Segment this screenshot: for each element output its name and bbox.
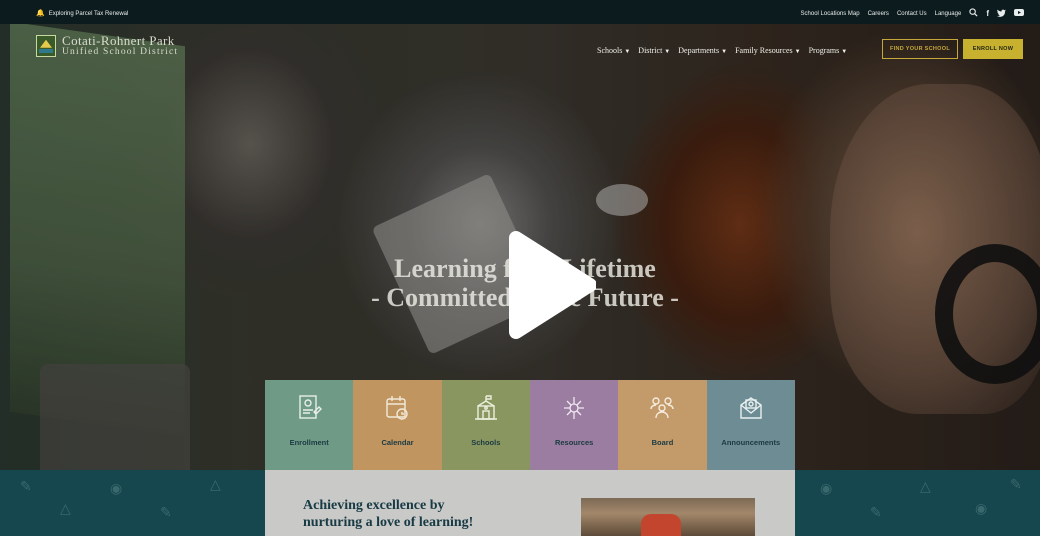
- pencil-icon: ✎: [870, 504, 882, 520]
- board-icon: [650, 397, 675, 419]
- tile-label: Enrollment: [289, 438, 329, 447]
- ruler-icon: ✎: [1010, 476, 1022, 492]
- ruler-icon: ✎: [160, 504, 172, 520]
- facebook-icon[interactable]: f: [986, 9, 989, 18]
- tile-label: Resources: [554, 438, 594, 447]
- intro-panel: Achieving excellence by nurturing a love…: [265, 470, 795, 536]
- tile-schools[interactable]: Schools: [441, 380, 530, 470]
- chevron-down-icon: ▼: [794, 49, 801, 55]
- calendar-icon: [386, 396, 409, 420]
- logo-text: Cotati-Rohnert Park Unified School Distr…: [62, 34, 178, 58]
- tile-label: Board: [651, 438, 674, 447]
- nav-family-resources[interactable]: Family Resources ▼: [735, 46, 801, 55]
- search-icon[interactable]: [969, 8, 978, 19]
- tile-calendar[interactable]: Calendar: [353, 380, 442, 470]
- tile-enrollment[interactable]: Enrollment: [265, 380, 354, 470]
- intro-photo: [581, 498, 755, 536]
- link-contact-us[interactable]: Contact Us: [897, 11, 927, 17]
- logo-line-2: Unified School District: [62, 46, 179, 57]
- tile-resources[interactable]: Resources: [529, 380, 619, 470]
- tagline-line-1: Achieving excellence by: [303, 498, 445, 513]
- nav-departments-label: Departments: [678, 46, 720, 55]
- quick-links: Enrollment Calendar Schools Resources Bo…: [265, 380, 795, 470]
- announcements-icon: [740, 397, 762, 419]
- nav-family-resources-label: Family Resources: [735, 46, 793, 55]
- link-school-locations[interactable]: School Locations Map: [801, 11, 860, 17]
- apple-icon: ◉: [820, 480, 833, 496]
- intro-tagline: Achieving excellence by nurturing a love…: [303, 498, 473, 532]
- nav-departments[interactable]: Departments ▼: [678, 46, 727, 55]
- district-logo[interactable]: Cotati-Rohnert Park Unified School Distr…: [36, 34, 178, 58]
- main-navigation: Schools ▼ District ▼ Departments ▼ Family R…: [597, 46, 847, 55]
- find-your-school-button[interactable]: FIND YOUR SCHOOL: [882, 39, 958, 59]
- youtube-icon[interactable]: [1014, 9, 1024, 18]
- nav-district[interactable]: District ▼: [638, 46, 670, 55]
- compass-icon: △: [60, 500, 71, 516]
- tile-label: Schools: [471, 438, 501, 447]
- tile-label: Announcements: [721, 438, 781, 447]
- triangle-icon: △: [210, 476, 221, 492]
- nav-programs-label: Programs: [808, 46, 840, 55]
- utility-bar: 🔔 Exploring Parcel Tax Renewal School Lo…: [0, 0, 1040, 24]
- chevron-down-icon: ▼: [721, 49, 728, 55]
- chevron-down-icon: ▼: [664, 49, 671, 55]
- logo-mark-icon: [36, 34, 56, 57]
- language-selector[interactable]: Language: [935, 11, 962, 17]
- tile-board[interactable]: Board: [618, 380, 707, 470]
- pencil-icon: ✎: [20, 478, 32, 494]
- nav-schools-label: Schools: [597, 46, 623, 55]
- alert-link[interactable]: 🔔 Exploring Parcel Tax Renewal: [36, 10, 128, 17]
- play-video-icon[interactable]: [506, 230, 596, 340]
- chevron-down-icon: ▼: [841, 49, 848, 55]
- enroll-now-button[interactable]: ENROLL NOW: [963, 39, 1023, 59]
- enrollment-icon: [299, 395, 323, 419]
- nav-district-label: District: [638, 46, 663, 55]
- tile-label: Calendar: [381, 438, 414, 447]
- tagline-line-2: nurturing a love of learning!: [303, 514, 474, 530]
- utility-links: School Locations Map Careers Contact Us …: [801, 8, 1024, 19]
- palette-icon: ◉: [975, 500, 988, 516]
- bell-icon: 🔔: [36, 10, 45, 17]
- tile-announcements[interactable]: Announcements: [706, 380, 795, 470]
- nav-programs[interactable]: Programs ▼: [809, 46, 848, 55]
- chevron-down-icon: ▼: [624, 49, 631, 55]
- triangle-icon: △: [920, 478, 931, 494]
- twitter-icon[interactable]: [997, 9, 1006, 19]
- school-icon: [474, 395, 497, 420]
- nav-schools[interactable]: Schools ▼: [597, 46, 630, 55]
- alert-text: Exploring Parcel Tax Renewal: [48, 10, 129, 17]
- link-careers[interactable]: Careers: [868, 11, 889, 17]
- palette-icon: ◉: [110, 480, 123, 496]
- resources-icon: [564, 397, 585, 419]
- logo-line-1: Cotati-Rohnert Park: [62, 33, 175, 48]
